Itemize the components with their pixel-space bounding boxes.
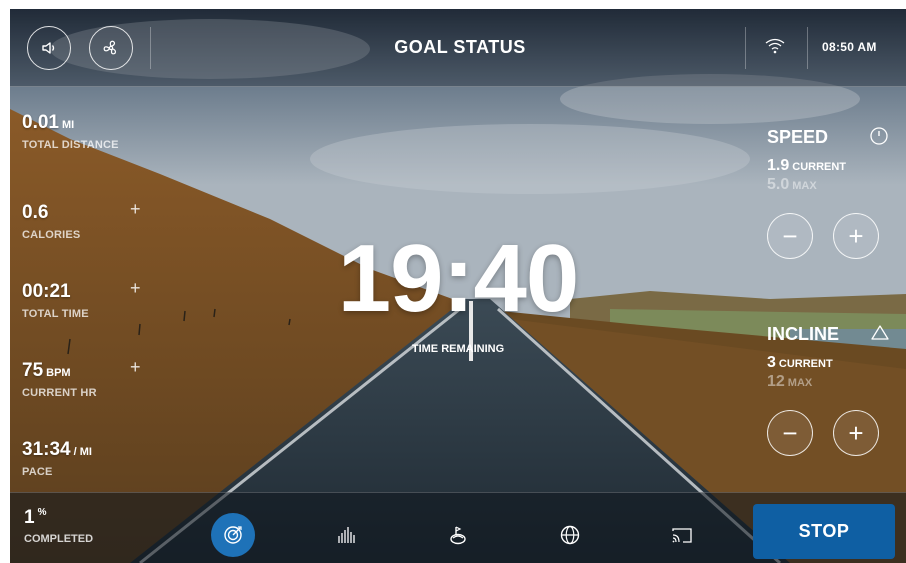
stat-calories: 0.6 CALORIES bbox=[22, 202, 80, 241]
incline-current-label: CURRENT bbox=[778, 358, 833, 370]
stat-total-time: 00:21 TOTAL TIME bbox=[22, 281, 89, 320]
stat-unit: / MI bbox=[73, 446, 92, 458]
goal-nav-button[interactable] bbox=[211, 513, 255, 557]
top-bar: GOAL STATUS 08:50 AM bbox=[10, 9, 906, 87]
stat-label: PACE bbox=[22, 466, 53, 478]
speaker-button[interactable] bbox=[27, 26, 71, 70]
time-remaining-value: 19:40 bbox=[337, 225, 580, 332]
add-calories-goal-button[interactable]: + bbox=[130, 200, 141, 218]
wifi-button[interactable] bbox=[764, 37, 786, 60]
stat-value: 0.01 bbox=[22, 112, 59, 133]
clock-time: 08:50 AM bbox=[822, 40, 877, 54]
bottom-bar: 1% COMPLETED STOP bbox=[10, 492, 906, 563]
speed-title: SPEED bbox=[767, 127, 829, 147]
stat-value: 00:21 bbox=[22, 281, 71, 302]
completed-status: 1% COMPLETED bbox=[24, 507, 93, 545]
globe-icon bbox=[560, 525, 580, 545]
incline-max-label: MAX bbox=[787, 377, 813, 389]
speed-current-value: 1.9 bbox=[767, 157, 790, 174]
stat-total-distance: 0.01 MI TOTAL DISTANCE bbox=[22, 112, 119, 151]
fan-button[interactable] bbox=[89, 26, 133, 70]
stop-button[interactable]: STOP bbox=[753, 504, 895, 559]
speed-current-label: CURRENT bbox=[792, 161, 847, 173]
time-remaining-label: TIME REMAINING bbox=[411, 343, 505, 355]
incline-current: 3 CURRENT bbox=[767, 354, 833, 372]
stat-value: 0.6 bbox=[22, 202, 49, 223]
divider bbox=[150, 27, 151, 69]
coach-nav-button[interactable] bbox=[436, 513, 480, 557]
speed-max-label: MAX bbox=[792, 180, 817, 192]
completed-unit: % bbox=[37, 507, 47, 518]
completed-label: COMPLETED bbox=[24, 533, 94, 545]
incline-increase-button[interactable]: + bbox=[833, 410, 879, 456]
incline-max-value: 12 bbox=[767, 373, 785, 390]
incline-title: INCLINE bbox=[767, 324, 839, 344]
speed-max-value: 5.0 bbox=[767, 176, 790, 193]
stats-bars-icon bbox=[338, 527, 355, 543]
page-title: GOAL STATUS bbox=[394, 37, 526, 57]
stat-value: 31:34 bbox=[22, 439, 71, 460]
stat-label: CALORIES bbox=[22, 229, 81, 241]
incline-button[interactable] bbox=[870, 324, 890, 347]
stat-unit: BPM bbox=[46, 367, 71, 379]
speed-decrease-button[interactable]: − bbox=[767, 213, 813, 259]
divider bbox=[807, 27, 808, 69]
add-hr-goal-button[interactable]: + bbox=[130, 358, 141, 376]
fan-icon bbox=[103, 40, 117, 55]
completed-value: 1 bbox=[24, 507, 35, 528]
stat-current-hr: 75 BPM CURRENT HR bbox=[22, 360, 97, 399]
stat-label: TOTAL TIME bbox=[22, 308, 89, 320]
stat-label: TOTAL DISTANCE bbox=[22, 139, 119, 151]
cast-icon bbox=[672, 528, 692, 543]
speedometer-button[interactable] bbox=[869, 126, 889, 151]
incline-max: 12 MAX bbox=[767, 373, 812, 391]
add-time-goal-button[interactable]: + bbox=[130, 279, 141, 297]
divider bbox=[745, 27, 746, 69]
speed-increase-button[interactable]: + bbox=[833, 213, 879, 259]
stats-nav-button[interactable] bbox=[324, 513, 368, 557]
coach-icon bbox=[450, 526, 466, 545]
wifi-icon bbox=[765, 38, 785, 54]
stat-pace: 31:34/ MI PACE bbox=[22, 439, 92, 478]
stat-label: CURRENT HR bbox=[22, 387, 97, 399]
treadmill-screen: GOAL STATUS 08:50 AM 0.01 MI TOTAL DISTAN… bbox=[10, 9, 906, 563]
triangle-icon bbox=[871, 325, 889, 340]
speaker-icon bbox=[42, 42, 55, 54]
world-nav-button[interactable] bbox=[548, 513, 592, 557]
target-icon bbox=[224, 526, 242, 544]
speedometer-icon bbox=[870, 127, 888, 145]
stat-value: 75 bbox=[22, 360, 44, 381]
speed-current: 1.9 CURRENT bbox=[767, 157, 846, 175]
incline-current-value: 3 bbox=[767, 354, 776, 371]
incline-decrease-button[interactable]: − bbox=[767, 410, 813, 456]
cast-nav-button[interactable] bbox=[660, 513, 704, 557]
stat-unit: MI bbox=[61, 119, 75, 131]
speed-max: 5.0 MAX bbox=[767, 176, 817, 194]
